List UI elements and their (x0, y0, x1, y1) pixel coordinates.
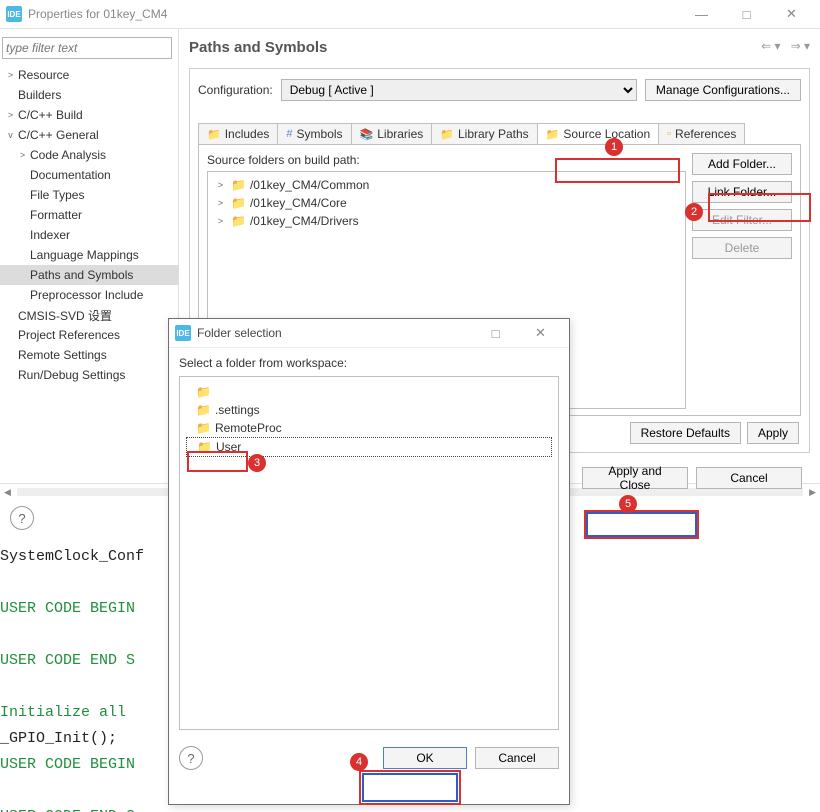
tab-source-location[interactable]: 📁Source Location (537, 123, 659, 144)
dialog-tree[interactable]: 📁📁.settings📁RemoteProc📁User (179, 376, 559, 730)
dialog-folder-item[interactable]: 📁.settings (186, 401, 552, 419)
dialog-ok-button[interactable]: OK (383, 747, 467, 769)
tree-item[interactable]: Paths and Symbols (0, 265, 178, 285)
config-label: Configuration: (198, 83, 273, 97)
tree-item[interactable]: >Code Analysis (0, 145, 178, 165)
tab-symbols[interactable]: #Symbols (277, 123, 351, 144)
folder-dialog: IDE Folder selection □ ✕ Select a folder… (168, 318, 570, 805)
callout-3: 3 (248, 454, 266, 472)
callout-4: 4 (350, 753, 368, 771)
delete-button[interactable]: Delete (692, 237, 792, 259)
link-folder-button[interactable]: Link Folder... (692, 181, 792, 203)
dialog-max-button[interactable]: □ (473, 323, 518, 343)
maximize-button[interactable]: □ (724, 4, 769, 24)
apply-close-button[interactable]: Apply and Close (582, 467, 688, 489)
tab-library-paths[interactable]: 📁Library Paths (431, 123, 537, 144)
apply-button[interactable]: Apply (747, 422, 799, 444)
dialog-help-icon[interactable]: ? (179, 746, 203, 770)
cancel-button[interactable]: Cancel (696, 467, 802, 489)
tree-item[interactable]: Builders (0, 85, 178, 105)
add-folder-button[interactable]: Add Folder... (692, 153, 792, 175)
app-icon: IDE (6, 6, 22, 22)
dialog-icon: IDE (175, 325, 191, 341)
edit-filter-button[interactable]: Edit Filter... (692, 209, 792, 231)
config-select[interactable]: Debug [ Active ] (281, 79, 637, 101)
manage-config-button[interactable]: Manage Configurations... (645, 79, 801, 101)
restore-defaults-button[interactable]: Restore Defaults (630, 422, 741, 444)
nav-arrows[interactable]: ⇐ ▾ ⇒ ▾ (761, 39, 810, 53)
window-title: Properties for 01key_CM4 (28, 7, 679, 21)
sidebar: >ResourceBuilders>C/C++ BuildvC/C++ Gene… (0, 29, 179, 483)
tree-item[interactable]: Documentation (0, 165, 178, 185)
page-title: Paths and Symbols (189, 37, 810, 62)
filter-input[interactable] (2, 37, 172, 59)
title-bar: IDE Properties for 01key_CM4 — □ ✕ (0, 0, 820, 29)
tree-item[interactable]: >Resource (0, 65, 178, 85)
dialog-title: Folder selection (197, 326, 473, 340)
tree-item[interactable]: Formatter (0, 205, 178, 225)
minimize-button[interactable]: — (679, 4, 724, 24)
tab-libraries[interactable]: 📚Libraries (351, 123, 433, 144)
source-folder-item[interactable]: >📁/01key_CM4/Drivers (214, 212, 679, 230)
source-folder-item[interactable]: >📁/01key_CM4/Core (214, 194, 679, 212)
tab-includes[interactable]: 📁Includes (198, 123, 278, 144)
help-icon[interactable]: ? (10, 506, 34, 530)
dialog-close-button[interactable]: ✕ (518, 323, 563, 343)
tree-item[interactable]: Language Mappings (0, 245, 178, 265)
dialog-cancel-button[interactable]: Cancel (475, 747, 559, 769)
tree-item[interactable]: Preprocessor Include (0, 285, 178, 305)
close-button[interactable]: ✕ (769, 4, 814, 24)
callout-1: 1 (605, 138, 623, 156)
tree-item[interactable]: CMSIS-SVD 设置 (0, 305, 178, 325)
tabs: 📁Includes#Symbols📚Libraries📁Library Path… (198, 123, 801, 145)
dialog-folder-item[interactable]: 📁RemoteProc (186, 419, 552, 437)
nav-tree[interactable]: >ResourceBuilders>C/C++ BuildvC/C++ Gene… (0, 65, 178, 385)
tab-references[interactable]: ▫References (658, 123, 745, 144)
callout-2: 2 (685, 203, 703, 221)
tree-item[interactable]: File Types (0, 185, 178, 205)
source-folder-item[interactable]: >📁/01key_CM4/Common (214, 176, 679, 194)
callout-5: 5 (619, 495, 637, 513)
dialog-label: Select a folder from workspace: (179, 356, 559, 370)
dialog-folder-item[interactable]: 📁 (186, 383, 552, 401)
tree-item[interactable]: >C/C++ Build (0, 105, 178, 125)
tree-item[interactable]: vC/C++ General (0, 125, 178, 145)
tree-item[interactable]: Project References (0, 325, 178, 345)
tree-item[interactable]: Remote Settings (0, 345, 178, 365)
tree-item[interactable]: Indexer (0, 225, 178, 245)
tree-item[interactable]: Run/Debug Settings (0, 365, 178, 385)
dialog-folder-item[interactable]: 📁User (186, 437, 552, 457)
